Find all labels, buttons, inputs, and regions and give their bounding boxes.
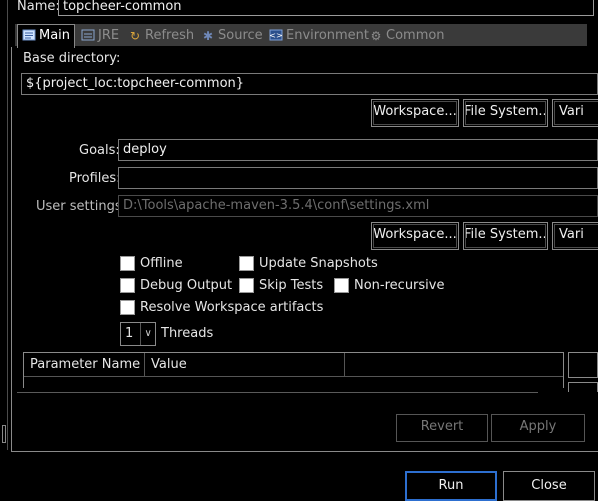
settings-variables-button[interactable]: Vari <box>552 222 598 250</box>
tab-source-label: Source <box>218 28 263 43</box>
revert-label: Revert <box>420 419 464 434</box>
tab-main[interactable]: Main <box>22 26 70 46</box>
resolve-workspace-checkbox[interactable] <box>120 300 135 315</box>
svg-text:<>: <> <box>269 31 282 40</box>
base-directory-label: Base directory: <box>23 51 121 66</box>
base-directory-field[interactable]: ${project_loc:topcheer-common} <box>21 73 598 95</box>
left-scroll-edge <box>2 425 6 443</box>
update-snapshots-label: Update Snapshots <box>259 256 378 271</box>
tab-jre[interactable]: JRE <box>81 26 119 46</box>
skip-tests-label: Skip Tests <box>259 278 324 293</box>
parameter-table[interactable]: Parameter Name Value <box>23 352 564 388</box>
table-header: Parameter Name Value <box>24 353 563 377</box>
left-sash <box>0 0 8 450</box>
source-icon: ✱ <box>202 29 214 43</box>
update-snapshots-option[interactable]: Update Snapshots <box>239 256 378 271</box>
profiles-field[interactable] <box>118 167 598 189</box>
apply-button[interactable]: Apply <box>491 414 585 442</box>
table-side-button[interactable] <box>568 352 598 378</box>
settings-workspace-label: Workspace... <box>373 227 457 242</box>
apply-label: Apply <box>519 419 557 434</box>
tab-jre-label: JRE <box>98 28 120 43</box>
profiles-label: Profiles: <box>69 171 121 186</box>
tab-refresh[interactable]: ↻ Refresh <box>128 26 194 46</box>
goals-field[interactable]: deploy <box>118 139 598 161</box>
name-field[interactable]: topcheer-common <box>58 0 594 16</box>
tab-common[interactable]: ⚙ Common <box>369 26 445 46</box>
settings-filesystem-button[interactable]: File System... <box>463 222 548 250</box>
non-recursive-checkbox[interactable] <box>334 278 349 293</box>
tab-environment[interactable]: <> Environment <box>269 26 369 46</box>
debug-output-option[interactable]: Debug Output <box>120 278 232 293</box>
skip-tests-checkbox[interactable] <box>239 278 254 293</box>
column-header-empty <box>345 353 563 376</box>
common-icon: ⚙ <box>370 29 382 43</box>
panel-separator <box>17 392 538 393</box>
user-settings-label: User settings: <box>36 199 126 214</box>
revert-button[interactable]: Revert <box>396 414 488 442</box>
base-variables-label: Vari <box>559 104 584 119</box>
close-label: Close <box>531 478 567 493</box>
settings-variables-label: Vari <box>559 227 584 242</box>
threads-label: Threads <box>161 326 214 341</box>
column-header-parameter-name[interactable]: Parameter Name <box>24 353 145 376</box>
non-recursive-option[interactable]: Non-recursive <box>334 278 444 293</box>
chevron-down-icon[interactable]: ∨ <box>140 323 155 345</box>
resolve-workspace-label: Resolve Workspace artifacts <box>140 300 324 315</box>
tab-main-label: Main <box>39 28 71 43</box>
settings-filesystem-label: File System... <box>464 227 548 242</box>
offline-checkbox[interactable] <box>120 256 135 271</box>
threads-value: 1 <box>125 326 134 341</box>
table-side-button-2[interactable] <box>568 382 598 392</box>
name-label: Name: <box>17 0 60 14</box>
update-snapshots-checkbox[interactable] <box>239 256 254 271</box>
environment-icon: <> <box>269 29 283 43</box>
base-workspace-button[interactable]: Workspace... <box>371 99 459 127</box>
base-workspace-label: Workspace... <box>373 104 457 119</box>
column-header-value[interactable]: Value <box>145 353 345 376</box>
main-tab-icon <box>22 29 36 43</box>
settings-workspace-button[interactable]: Workspace... <box>371 222 459 250</box>
base-filesystem-button[interactable]: File System... <box>463 99 548 127</box>
threads-select[interactable]: 1 ∨ <box>120 322 156 346</box>
run-label: Run <box>438 478 464 493</box>
base-filesystem-label: File System... <box>464 104 548 119</box>
goals-label: Goals: <box>79 143 120 158</box>
offline-option[interactable]: Offline <box>120 256 183 271</box>
tab-common-label: Common <box>386 28 445 43</box>
refresh-icon: ↻ <box>129 29 141 43</box>
tab-refresh-label: Refresh <box>145 28 195 43</box>
debug-output-checkbox[interactable] <box>120 278 135 293</box>
jre-icon <box>81 29 95 43</box>
skip-tests-option[interactable]: Skip Tests <box>239 278 323 293</box>
tab-source[interactable]: ✱ Source <box>201 26 263 46</box>
user-settings-field[interactable]: D:\Tools\apache-maven-3.5.4\conf\setting… <box>118 195 598 217</box>
base-variables-button[interactable]: Vari <box>552 99 598 127</box>
debug-output-label: Debug Output <box>140 278 233 293</box>
non-recursive-label: Non-recursive <box>354 278 445 293</box>
offline-label: Offline <box>140 256 183 271</box>
resolve-workspace-option[interactable]: Resolve Workspace artifacts <box>120 300 323 315</box>
tab-environment-label: Environment <box>286 28 370 43</box>
